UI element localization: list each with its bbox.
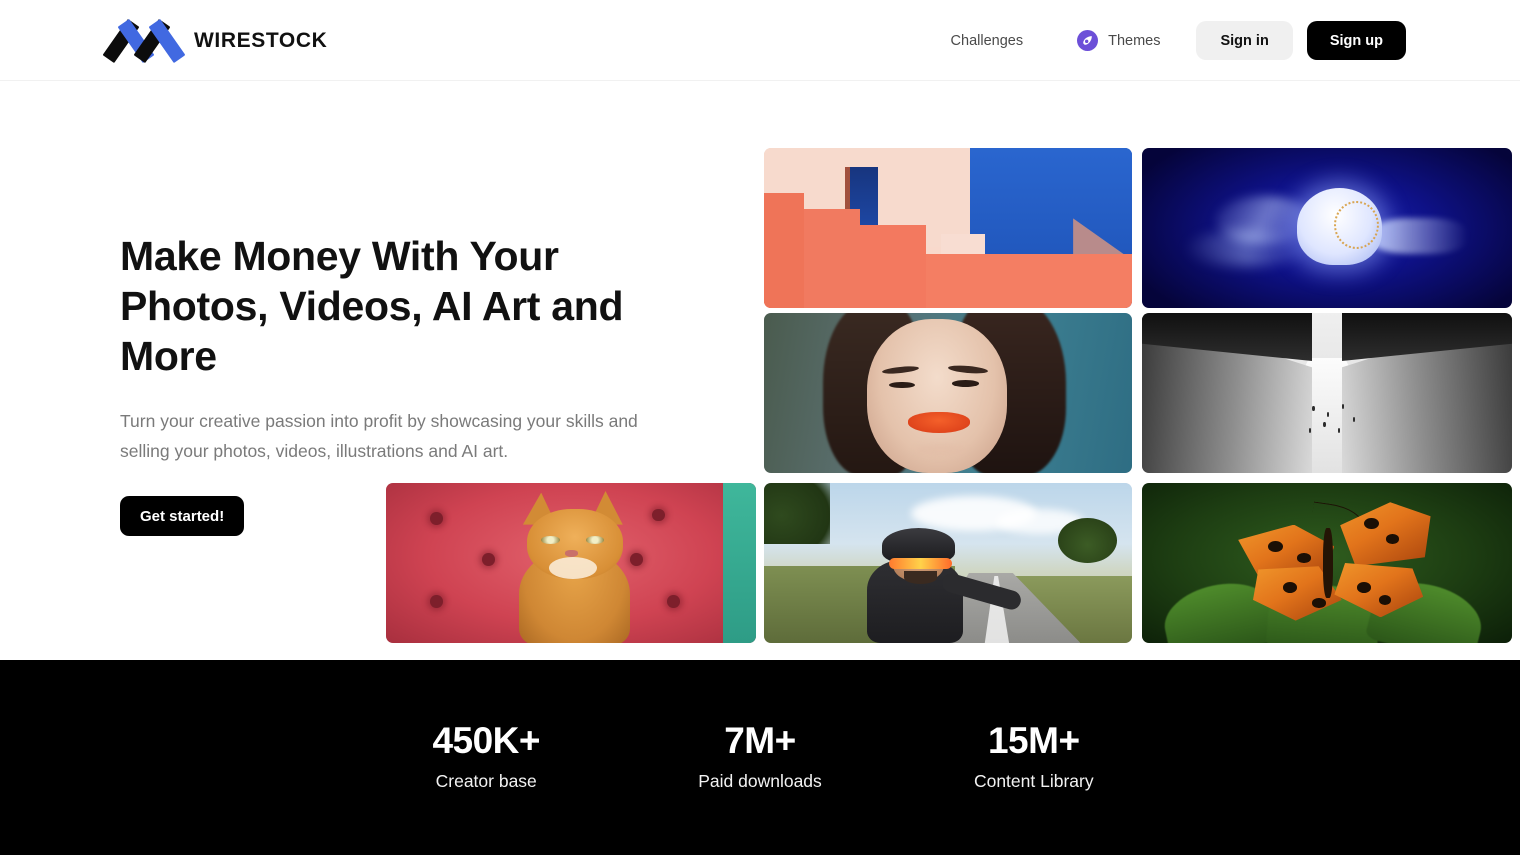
gallery-tile-cyclist[interactable] [764,483,1132,643]
brand-name: WIRESTOCK [194,29,328,52]
stat-label: Content Library [973,770,1094,791]
stat-value: 450K+ [432,720,540,761]
gallery-tile-portrait[interactable] [764,313,1132,473]
hero-image-gallery [0,81,1520,660]
stat-paid-downloads: 7M+ Paid downloads [698,720,822,792]
gallery-tile-jellyfish[interactable] [1142,148,1512,308]
stat-creator-base: 450K+ Creator base [426,720,546,792]
corridor-image [1142,313,1512,473]
sign-in-button[interactable]: Sign in [1196,21,1293,60]
stat-content-library: 15M+ Content Library [973,720,1094,792]
cat-on-couch-image [386,483,756,643]
jellyfish-image [1142,148,1512,308]
gallery-tile-corridor[interactable] [1142,313,1512,473]
stat-label: Creator base [435,770,537,791]
gallery-tile-cat-on-couch[interactable] [386,483,756,643]
architecture-stairs-image [764,148,1132,308]
nav-item-challenges[interactable]: Challenges [951,33,1024,49]
themes-swirl-icon [1077,30,1099,51]
stats-row: 450K+ Creator base 7M+ Paid downloads 15… [0,720,1520,792]
stats-band: 450K+ Creator base 7M+ Paid downloads 15… [0,660,1520,855]
gallery-tile-butterfly[interactable] [1142,483,1512,643]
stat-value: 15M+ [987,720,1080,761]
hero-section: Make Money With Your Photos, Videos, AI … [0,81,1520,660]
cyclist-image [764,483,1132,643]
nav-item-themes[interactable]: Themes [1077,30,1160,51]
primary-nav: Challenges Themes Sign in Sign up [951,0,1406,81]
stat-label: Paid downloads [698,770,822,791]
butterfly-image [1142,483,1512,643]
brand-logo-link[interactable]: WIRESTOCK [102,18,328,64]
site-header: WIRESTOCK Challenges Themes Sign in Sign… [0,0,1520,81]
nav-item-themes-label: Themes [1108,32,1161,49]
gallery-tile-architecture-stairs[interactable] [764,148,1132,308]
sign-up-button[interactable]: Sign up [1306,21,1406,60]
portrait-image [764,313,1132,473]
stat-value: 7M+ [724,720,796,761]
wirestock-w-logo-icon [102,18,186,64]
